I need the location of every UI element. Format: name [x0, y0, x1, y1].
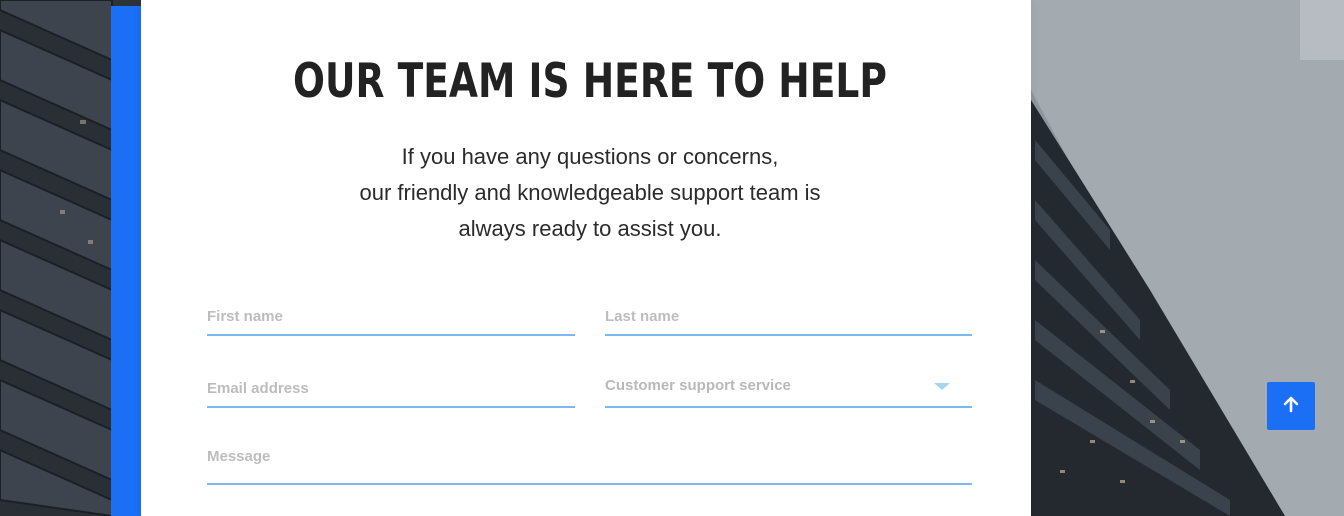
contact-card: OUR TEAM IS HERE TO HELP If you have any…: [141, 0, 1031, 516]
service-select[interactable]: Customer support service: [605, 370, 972, 408]
page-title: OUR TEAM IS HERE TO HELP: [293, 54, 887, 109]
last-name-field-wrapper: [605, 298, 972, 336]
email-field[interactable]: [207, 370, 575, 406]
message-field[interactable]: [207, 440, 972, 472]
first-name-field-wrapper: [207, 298, 575, 336]
accent-bar: [111, 6, 143, 516]
first-name-field[interactable]: [207, 298, 575, 334]
subtitle-line: always ready to assist you.: [458, 216, 722, 241]
service-select-value: Customer support service: [605, 376, 791, 394]
subtitle-line: If you have any questions or concerns,: [401, 144, 779, 169]
chevron-down-icon: [934, 383, 950, 390]
back-to-top-button[interactable]: [1267, 382, 1315, 430]
last-name-field[interactable]: [605, 298, 972, 334]
arrow-up-icon: [1282, 395, 1300, 418]
email-field-wrapper: [207, 370, 575, 408]
message-field-wrapper: [207, 440, 972, 485]
subtitle: If you have any questions or concerns, o…: [141, 139, 1039, 247]
subtitle-line: our friendly and knowledgeable support t…: [359, 180, 821, 205]
